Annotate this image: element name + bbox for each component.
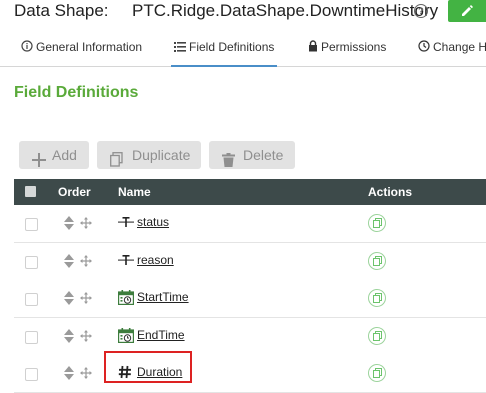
info-circle-icon [21, 33, 33, 63]
row-checkbox[interactable] [25, 293, 38, 306]
row-checkbox[interactable] [25, 218, 38, 231]
duplicate-button[interactable]: Duplicate [97, 141, 201, 169]
column-header-order[interactable]: Order [58, 179, 91, 205]
row-checkbox[interactable] [25, 330, 38, 344]
sort-arrows-icon[interactable] [64, 253, 74, 273]
table-header: Order Name Actions [14, 179, 486, 205]
tab-general-information[interactable]: General Information [21, 32, 142, 65]
calendar-icon [118, 327, 135, 348]
list-icon [174, 33, 186, 63]
pencil-icon [462, 5, 473, 16]
delete-button[interactable]: Delete [209, 141, 295, 169]
table-row[interactable]: status [14, 205, 486, 243]
move-handle-icon[interactable] [80, 291, 92, 309]
clock-icon [418, 33, 430, 63]
delete-button-label: Delete [243, 147, 284, 163]
sort-arrows-icon[interactable] [64, 328, 74, 348]
tab-label: Permissions [321, 40, 387, 54]
edit-field-icon[interactable] [368, 251, 386, 270]
tab-bar: General Information Field Definitions Pe… [0, 32, 486, 67]
lock-icon [308, 33, 318, 63]
add-button-label: Add [52, 147, 77, 163]
sort-arrows-icon[interactable] [64, 366, 74, 385]
text-type-icon [118, 253, 134, 272]
duplicate-icon [110, 148, 123, 176]
edit-field-icon[interactable] [368, 364, 386, 382]
help-circle-icon[interactable]: ? [414, 4, 428, 18]
text-type-icon [118, 215, 134, 234]
field-name-link[interactable]: reason [137, 253, 174, 267]
field-name-link[interactable]: StartTime [137, 290, 189, 304]
field-name-link[interactable]: EndTime [137, 328, 185, 342]
move-handle-icon[interactable] [80, 329, 92, 347]
add-button[interactable]: Add [19, 141, 89, 169]
move-handle-icon[interactable] [80, 366, 92, 384]
table-row[interactable]: reason [14, 242, 486, 281]
edit-field-icon[interactable] [368, 289, 386, 307]
move-handle-icon[interactable] [80, 254, 92, 272]
section-title: Field Definitions [14, 84, 139, 101]
select-all-checkbox[interactable] [25, 186, 36, 197]
tab-field-definitions[interactable]: Field Definitions [171, 32, 277, 67]
data-shape-name: PTC.Ridge.DataShape.DowntimeHistory [132, 1, 439, 20]
data-shape-label: Data Shape: [14, 1, 109, 20]
sort-arrows-icon[interactable] [64, 216, 74, 235]
plus-icon [32, 148, 46, 176]
edit-field-icon[interactable] [368, 214, 386, 232]
duplicate-button-label: Duplicate [132, 147, 191, 163]
sort-arrows-icon[interactable] [64, 291, 74, 310]
tab-change-history[interactable]: Change H [418, 32, 486, 65]
edit-button[interactable] [448, 0, 486, 22]
table-row[interactable]: EndTime [14, 317, 486, 356]
table-row[interactable]: StartTime [14, 280, 486, 318]
column-header-name[interactable]: Name [118, 179, 151, 205]
calendar-icon [118, 290, 135, 310]
row-checkbox[interactable] [25, 368, 38, 381]
tab-label: General Information [36, 40, 143, 54]
tab-label: Field Definitions [189, 40, 275, 54]
field-name-link[interactable]: status [137, 215, 169, 229]
tab-permissions[interactable]: Permissions [308, 32, 386, 65]
trash-icon [222, 148, 235, 176]
table-row[interactable]: Duration [14, 355, 486, 393]
column-header-actions: Actions [368, 185, 413, 199]
edit-field-icon[interactable] [368, 326, 386, 345]
move-handle-icon[interactable] [80, 216, 92, 234]
tab-label: Change H [433, 40, 486, 54]
highlight-box [104, 351, 192, 383]
row-checkbox[interactable] [25, 255, 38, 269]
